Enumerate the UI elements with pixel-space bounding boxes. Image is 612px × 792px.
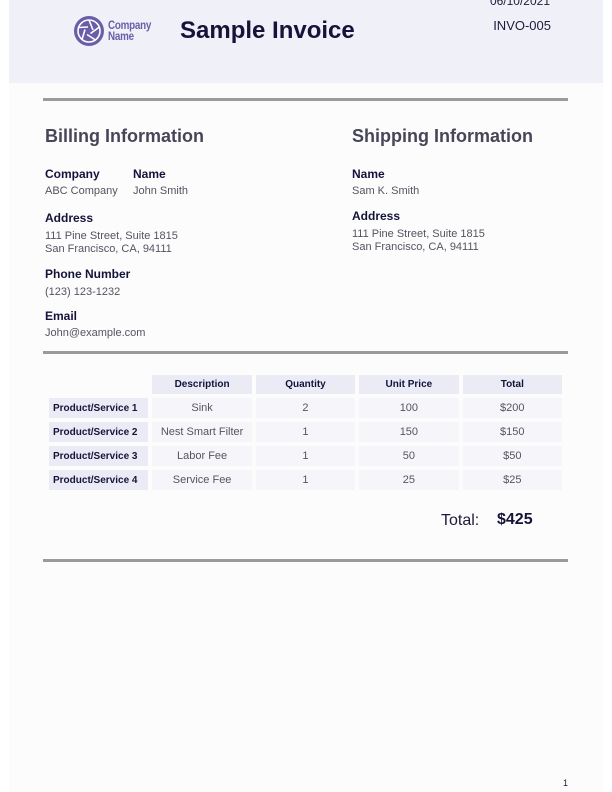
- shipping-address-label: Address: [352, 209, 401, 223]
- quantity-cell: 2: [255, 398, 356, 418]
- total-cell: $150: [462, 422, 562, 442]
- description-cell: Nest Smart Filter: [152, 422, 252, 442]
- description-cell: Labor Fee: [152, 446, 252, 466]
- total-label: Total:: [441, 512, 480, 529]
- header-total: Total: [462, 375, 562, 394]
- company-logo-icon: [74, 16, 104, 46]
- billing-company-label: Company: [45, 167, 100, 181]
- divider-middle: [43, 351, 568, 354]
- table-row: Product/Service 4 Service Fee 1 25 $25: [49, 470, 562, 490]
- shipping-address-line1: 111 Pine Street, Suite 1815: [352, 228, 485, 240]
- billing-company-value: ABC Company: [45, 185, 118, 197]
- product-cell: Product/Service 3: [49, 446, 149, 466]
- header-unit-price: Unit Price: [359, 375, 459, 394]
- billing-phone-value: (123) 123-1232: [45, 286, 121, 298]
- unit-price-cell: 100: [359, 398, 459, 418]
- unit-price-cell: 25: [359, 470, 459, 490]
- company-logo-text: Company Name: [108, 19, 151, 43]
- billing-email-label: Email: [45, 309, 78, 323]
- billing-address-line2: San Francisco, CA, 94111: [45, 243, 172, 255]
- table-row: Product/Service 3 Labor Fee 1 50 $50: [49, 446, 562, 466]
- invoice-date: 06/10/2021: [489, 0, 550, 8]
- billing-title: Billing Information: [45, 126, 204, 146]
- description-cell: Sink: [152, 398, 252, 418]
- table-row: Product/Service 1 Sink 2 100 $200: [49, 398, 562, 418]
- unit-price-cell: 50: [359, 446, 459, 466]
- billing-name-value: John Smith: [133, 185, 189, 197]
- quantity-cell: 1: [255, 470, 356, 490]
- total-value: $425: [497, 511, 533, 528]
- table-header-row: Description Quantity Unit Price Total: [49, 375, 562, 394]
- billing-name-label: Name: [133, 167, 166, 181]
- total-cell: $200: [462, 398, 562, 418]
- divider-bottom: [43, 559, 568, 562]
- header-blank: [49, 375, 148, 394]
- invoice-header: Company Name Sample Invoice 06/10/2021 I…: [9, 0, 603, 83]
- description-cell: Service Fee: [152, 470, 252, 490]
- product-cell: Product/Service 4: [49, 470, 149, 490]
- shipping-name-label: Name: [352, 167, 385, 181]
- invoice-number: INVO-005: [493, 18, 551, 33]
- total-cell: $25: [462, 470, 562, 490]
- billing-email-value: John@example.com: [45, 327, 146, 339]
- header-quantity: Quantity: [255, 375, 356, 394]
- shipping-title: Shipping Information: [352, 126, 533, 146]
- billing-address-label: Address: [45, 211, 94, 225]
- quantity-cell: 1: [255, 446, 356, 466]
- product-cell: Product/Service 1: [49, 398, 149, 418]
- shipping-address-line2: San Francisco, CA, 94111: [352, 241, 479, 253]
- billing-phone-label: Phone Number: [45, 267, 131, 281]
- unit-price-cell: 150: [359, 422, 459, 442]
- items-table: Description Quantity Unit Price Total Pr…: [45, 371, 566, 494]
- table-row: Product/Service 2 Nest Smart Filter 1 15…: [49, 422, 562, 442]
- page-number: 1: [563, 778, 569, 788]
- invoice-title: Sample Invoice: [180, 17, 355, 44]
- header-description: Description: [152, 375, 252, 394]
- divider-top: [43, 98, 568, 101]
- quantity-cell: 1: [255, 422, 356, 442]
- shipping-name-value: Sam K. Smith: [352, 185, 420, 197]
- logo-line-2: Name: [108, 29, 134, 43]
- total-cell: $50: [462, 446, 562, 466]
- billing-address-line1: 111 Pine Street, Suite 1815: [45, 230, 178, 242]
- product-cell: Product/Service 2: [49, 422, 149, 442]
